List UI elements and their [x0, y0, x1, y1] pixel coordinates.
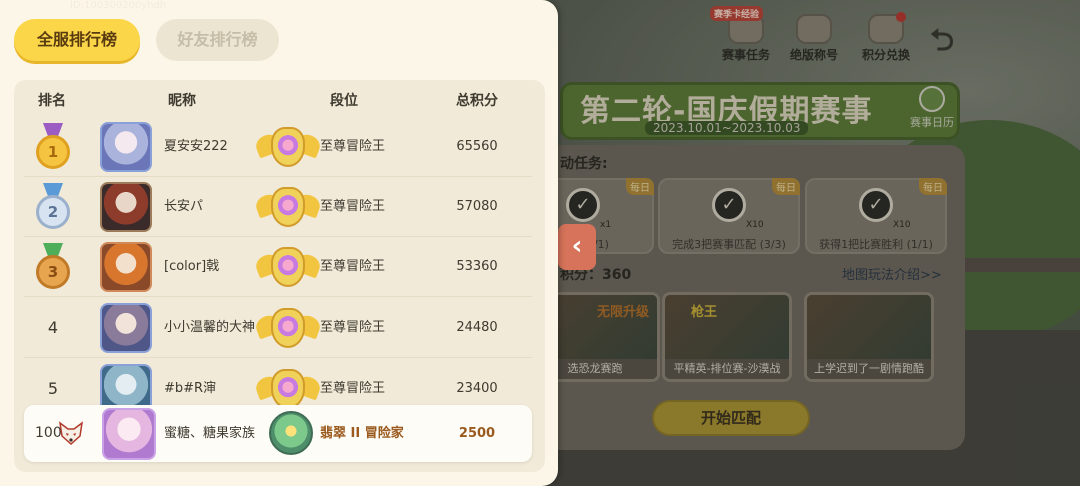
- my-avatar[interactable]: [102, 408, 156, 460]
- avatar[interactable]: [100, 303, 152, 353]
- player-nickname: [color]戟: [164, 259, 220, 274]
- silver-medal-icon: 2: [36, 183, 70, 229]
- leaderboard-panel: ID:100300200yhdh 全服排行榜 好友排行榜 排名 昵称 段位 总积…: [0, 0, 558, 486]
- table-row[interactable]: 3 [color]戟 至尊冒险王 53360: [24, 237, 532, 297]
- tier-name: 至尊冒险王: [320, 199, 386, 214]
- collapse-panel-button[interactable]: ‹: [558, 224, 596, 270]
- supreme-adventurer-badge-icon: [253, 121, 323, 173]
- column-nickname: 昵称: [168, 93, 196, 109]
- player-nickname: 长安パ: [164, 199, 204, 214]
- tier-name: 至尊冒险王: [320, 259, 386, 274]
- player-nickname: 小小温馨的大神: [164, 320, 256, 335]
- supreme-adventurer-badge-icon: [253, 302, 323, 354]
- player-nickname: 夏安安222: [164, 139, 228, 154]
- column-rank: 排名: [38, 93, 66, 109]
- column-score: 总积分: [456, 93, 498, 109]
- supreme-adventurer-badge-icon: [253, 241, 323, 293]
- total-score: 65560: [456, 139, 498, 154]
- row-divider: [24, 296, 532, 297]
- row-divider: [24, 357, 532, 358]
- emerald-adventurer-badge-icon: [267, 411, 315, 457]
- rank-number: 4: [47, 318, 59, 337]
- table-row[interactable]: 1 夏安安222 至尊冒险王 65560: [24, 117, 532, 177]
- table-row[interactable]: 4 小小温馨的大神 至尊冒险王 24480: [24, 298, 532, 358]
- my-rank-row[interactable]: 100 蜜糖、糖果家族 翡翠 II 冒险家 2500: [24, 405, 532, 462]
- my-tier-name: 翡翠 II 冒险家: [320, 426, 404, 441]
- table-row[interactable]: 2 长安パ 至尊冒险王 57080: [24, 177, 532, 237]
- total-score: 53360: [456, 259, 498, 274]
- player-id: ID:100300200yhdh: [70, 0, 167, 11]
- total-score: 57080: [456, 199, 498, 214]
- my-nickname: 蜜糖、糖果家族: [164, 426, 256, 441]
- my-total-score: 2500: [458, 426, 496, 441]
- avatar[interactable]: [100, 182, 152, 232]
- column-tier: 段位: [330, 93, 358, 109]
- fox-mask-icon: [58, 421, 84, 446]
- tab-friends-leaderboard[interactable]: 好友排行榜: [156, 19, 279, 61]
- tier-name: 至尊冒险王: [320, 139, 386, 154]
- tab-server-leaderboard[interactable]: 全服排行榜: [14, 19, 140, 61]
- avatar[interactable]: [100, 242, 152, 292]
- gold-medal-icon: 1: [36, 123, 70, 169]
- avatar[interactable]: [100, 122, 152, 172]
- tier-name: 至尊冒险王: [320, 320, 386, 335]
- supreme-adventurer-badge-icon: [253, 181, 323, 233]
- total-score: 24480: [456, 320, 498, 335]
- bronze-medal-icon: 3: [36, 243, 70, 289]
